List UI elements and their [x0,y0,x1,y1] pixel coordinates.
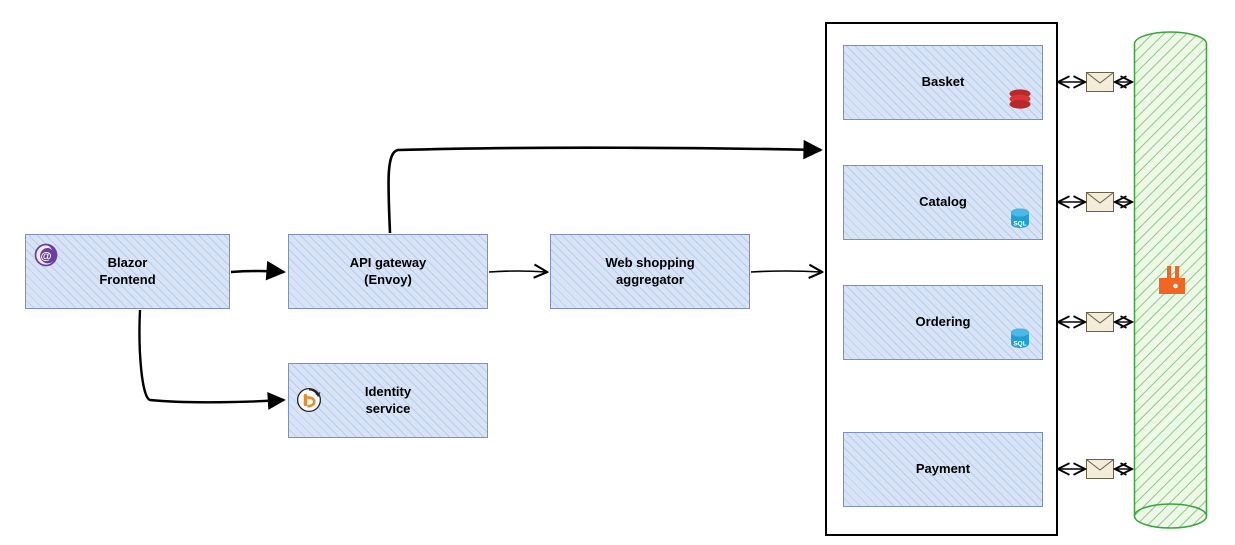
rabbitmq-icon [1155,264,1187,296]
label-ordering-service: Ordering [916,314,971,331]
label-payment-service: Payment [916,461,970,478]
svg-text:SQL: SQL [1013,341,1026,348]
node-basket-service: Basket [843,45,1043,120]
label-web-aggregator: Web shopping aggregator [605,255,694,289]
identity-icon [295,386,323,414]
sql-icon: SQL [1006,205,1034,233]
envelope-icon [1086,312,1114,332]
label-identity-service: Identity service [365,384,411,418]
envelope-icon [1086,192,1114,212]
label-basket-service: Basket [922,74,965,91]
svg-text:SQL: SQL [1013,221,1026,228]
label-blazor-frontend: Blazor Frontend [99,255,155,289]
edge-frontend-to-gateway [231,271,284,272]
svg-text:@: @ [40,250,51,262]
blazor-icon: @ [32,241,60,269]
edge-gateway-to-aggregator [489,271,546,272]
envelope-icon [1086,72,1114,92]
node-api-gateway: API gateway (Envoy) [288,234,488,309]
sql-icon: SQL [1006,325,1034,353]
node-ordering-service: Ordering SQL [843,285,1043,360]
node-catalog-service: Catalog SQL [843,165,1043,240]
edge-aggregator-to-microservices [751,271,821,272]
node-payment-service: Payment [843,432,1043,507]
node-blazor-frontend: Blazor Frontend @ [25,234,230,309]
redis-icon [1006,85,1034,113]
node-web-aggregator: Web shopping aggregator [550,234,750,309]
label-catalog-service: Catalog [919,194,967,211]
node-identity-service: Identity service [288,363,488,438]
edge-gateway-to-microservices [388,148,821,233]
envelope-icon [1086,459,1114,479]
label-api-gateway: API gateway (Envoy) [350,255,427,289]
edge-frontend-to-identity [139,310,284,402]
